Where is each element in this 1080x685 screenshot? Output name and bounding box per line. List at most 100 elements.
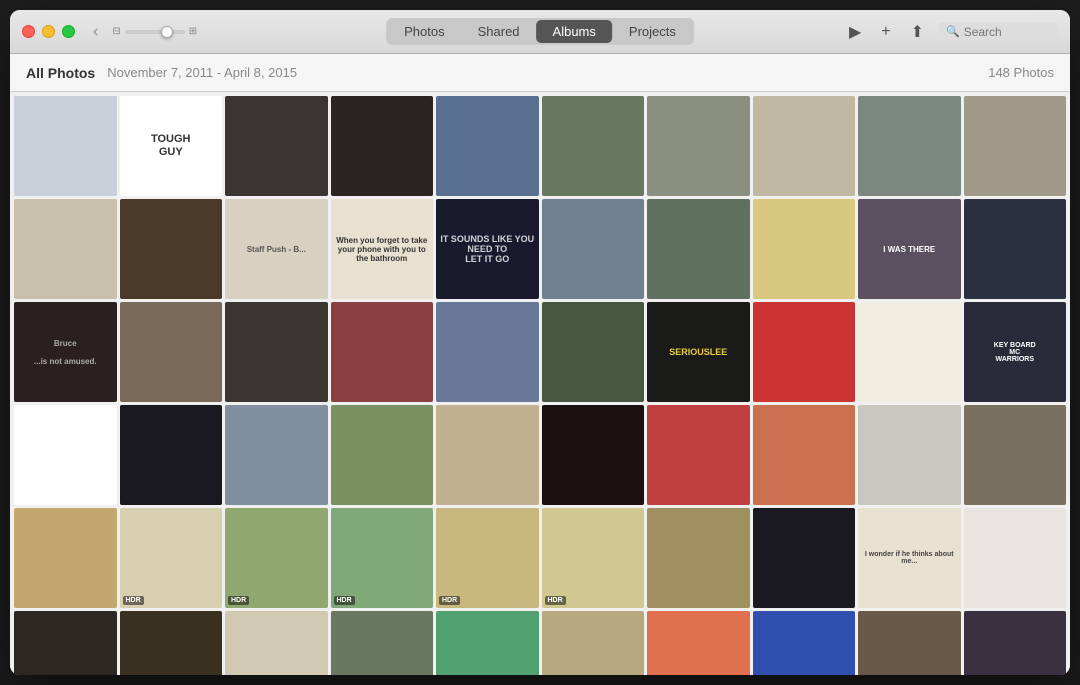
photo-cell[interactable] (120, 611, 223, 675)
main-window: ‹ ⊟ ⊞ Photos Shared Albums Projects ▶ + … (10, 10, 1070, 675)
photo-cell[interactable]: I wonder if he thinks about me... (858, 508, 961, 608)
photo-cell[interactable]: SERIOUSLEE (647, 302, 750, 402)
photo-cell[interactable] (436, 302, 539, 402)
photo-cell[interactable] (542, 405, 645, 505)
titlebar: ‹ ⊟ ⊞ Photos Shared Albums Projects ▶ + … (10, 10, 1070, 54)
photo-count: 148 Photos (988, 65, 1054, 80)
photo-cell[interactable] (436, 611, 539, 675)
photo-cell[interactable] (753, 405, 856, 505)
photo-cell[interactable] (964, 508, 1067, 608)
photo-cell[interactable]: TOUGHGUY (120, 96, 223, 196)
photo-cell[interactable]: KEY BOARDMCWARRIORS (964, 302, 1067, 402)
photo-cell[interactable] (120, 199, 223, 299)
photo-cell[interactable] (331, 302, 434, 402)
slider-thumb[interactable] (161, 26, 173, 38)
photo-cell[interactable]: I CAN DOMOREPULLUPSTHAN YOURBOYFRIEND (14, 405, 117, 505)
photo-cell[interactable] (436, 96, 539, 196)
right-controls: ▶ + ⬆ 🔍 (843, 19, 1058, 45)
photo-cell[interactable] (647, 199, 750, 299)
grid-row: Staff Push - B... When you forget to tak… (14, 199, 1066, 299)
photo-toolbar: All Photos November 7, 2011 - April 8, 2… (10, 54, 1070, 92)
hdr-badge: HDR (123, 596, 144, 605)
share-button[interactable]: ⬆ (905, 19, 930, 45)
photo-cell[interactable] (647, 96, 750, 196)
zoom-in-icon: ⊞ (189, 26, 197, 37)
hdr-badge: HDR (228, 596, 249, 605)
photo-cell[interactable]: Staff Push - B... (225, 199, 328, 299)
photo-cell[interactable]: When you forget to take your phone with … (331, 199, 434, 299)
photo-cell[interactable] (964, 405, 1067, 505)
photo-cell[interactable]: HDR (120, 508, 223, 608)
photo-cell[interactable] (14, 508, 117, 608)
hdr-badge: HDR (545, 596, 566, 605)
grid-row: Bruce...is not amused. SERIOUSLEE (14, 302, 1066, 402)
photo-cell[interactable]: HDR (647, 611, 750, 675)
photo-cell[interactable]: HDR (225, 508, 328, 608)
maximize-button[interactable] (62, 25, 75, 38)
photo-cell[interactable] (964, 611, 1067, 675)
traffic-lights (22, 25, 75, 38)
hdr-badge: HDR (439, 596, 460, 605)
photo-cell[interactable] (858, 405, 961, 505)
photo-cell[interactable] (331, 96, 434, 196)
photo-cell[interactable]: HDR (542, 508, 645, 608)
photo-cell[interactable] (753, 96, 856, 196)
date-range: November 7, 2011 - April 8, 2015 (107, 65, 297, 80)
photo-cell[interactable] (542, 96, 645, 196)
hdr-badge: HDR (334, 596, 355, 605)
tab-albums[interactable]: Albums (537, 20, 612, 43)
photo-cell[interactable] (542, 199, 645, 299)
photo-cell[interactable] (14, 611, 117, 675)
photo-cell[interactable] (964, 199, 1067, 299)
minimize-button[interactable] (42, 25, 55, 38)
photo-cell[interactable]: IT SOUNDS LIKE YOU NEED TOLET IT GO (436, 199, 539, 299)
nav-tabs: Photos Shared Albums Projects (386, 18, 694, 45)
search-input[interactable] (964, 25, 1054, 39)
photo-grid: TOUGHGUY Staff Push - B... When you fo (10, 92, 1070, 675)
photo-cell[interactable] (858, 302, 961, 402)
play-button[interactable]: ▶ (843, 19, 867, 45)
photo-cell[interactable] (225, 611, 328, 675)
close-button[interactable] (22, 25, 35, 38)
photo-cell[interactable] (858, 611, 961, 675)
photo-cell[interactable]: HDR (331, 508, 434, 608)
tab-photos[interactable]: Photos (388, 20, 460, 43)
all-photos-button[interactable]: All Photos (26, 65, 95, 81)
add-button[interactable]: + (875, 20, 896, 44)
photo-cell[interactable]: HDR (753, 611, 856, 675)
photo-cell[interactable]: Bruce...is not amused. (14, 302, 117, 402)
photo-cell[interactable] (436, 405, 539, 505)
grid-row: HDR HDR HDR HDR HDR (14, 508, 1066, 608)
photo-cell[interactable] (120, 405, 223, 505)
photo-cell[interactable] (858, 96, 961, 196)
photo-cell[interactable] (647, 508, 750, 608)
photo-cell[interactable] (225, 96, 328, 196)
photo-cell[interactable] (331, 405, 434, 505)
photo-cell[interactable] (331, 611, 434, 675)
photo-cell[interactable] (647, 405, 750, 505)
zoom-slider[interactable]: ⊟ ⊞ (112, 26, 197, 37)
photo-cell[interactable] (542, 611, 645, 675)
photo-cell[interactable] (14, 199, 117, 299)
tab-shared[interactable]: Shared (462, 20, 536, 43)
search-box[interactable]: 🔍 (938, 22, 1058, 42)
photo-cell[interactable] (964, 96, 1067, 196)
grid-row: TOUGHGUY (14, 96, 1066, 196)
photo-cell[interactable] (753, 302, 856, 402)
photo-cell[interactable] (120, 302, 223, 402)
slider-track[interactable] (125, 30, 185, 34)
photo-cell[interactable]: I WAS THERE (858, 199, 961, 299)
photo-cell[interactable] (225, 405, 328, 505)
search-icon: 🔍 (946, 25, 960, 38)
photo-cell[interactable] (225, 302, 328, 402)
zoom-out-icon: ⊟ (112, 26, 120, 37)
tab-projects[interactable]: Projects (613, 20, 692, 43)
grid-row: I CAN DOMOREPULLUPSTHAN YOURBOYFRIEND (14, 405, 1066, 505)
photo-cell[interactable] (542, 302, 645, 402)
back-button[interactable]: ‹ (87, 21, 104, 43)
photo-cell[interactable] (753, 199, 856, 299)
photo-cell[interactable]: HDR (436, 508, 539, 608)
photo-cell[interactable] (14, 96, 117, 196)
grid-row: HDR HDR (14, 611, 1066, 675)
photo-cell[interactable] (753, 508, 856, 608)
